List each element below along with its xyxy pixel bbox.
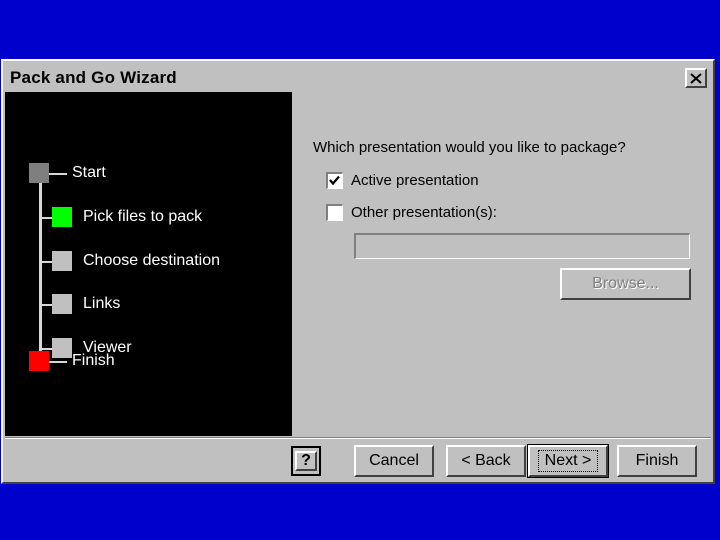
next-button-label: Next > [537, 450, 599, 472]
pack-and-go-dialog: Pack and Go Wizard Start Pick files to p… [1, 59, 715, 484]
step-connector [42, 261, 52, 263]
active-presentation-checkbox[interactable] [326, 172, 343, 189]
wizard-steps-panel: Start Pick files to pack Choose destinat… [5, 92, 292, 436]
help-icon: ? [295, 451, 317, 471]
step-marker-start [29, 163, 49, 183]
step-marker-pick-files [52, 207, 72, 227]
step-connector [42, 217, 52, 219]
other-presentations-label[interactable]: Other presentation(s): [351, 204, 497, 221]
step-connector [42, 348, 52, 350]
step-connector [42, 304, 52, 306]
dialog-title: Pack and Go Wizard [10, 68, 177, 87]
other-presentations-path-field [354, 233, 690, 259]
checkmark-icon [329, 175, 340, 186]
step-marker-finish [29, 351, 49, 371]
step-marker-viewer [52, 338, 72, 358]
steps-rail [39, 172, 42, 360]
step-label-start: Start [72, 164, 106, 181]
footer-separator [5, 437, 711, 439]
back-button[interactable]: < Back [446, 445, 526, 477]
browse-button-label: Browse... [592, 275, 659, 292]
package-question: Which presentation would you like to pac… [313, 139, 626, 156]
browse-button: Browse... [560, 268, 691, 300]
step-connector [49, 173, 67, 175]
finish-button[interactable]: Finish [617, 445, 697, 477]
finish-button-label: Finish [635, 452, 679, 469]
next-button[interactable]: Next > [527, 444, 609, 478]
help-button[interactable]: ? [291, 446, 321, 476]
step-label-choose-destination: Choose destination [83, 252, 220, 269]
title-bar[interactable]: Pack and Go Wizard [5, 63, 711, 93]
back-button-label: < Back [461, 452, 511, 469]
other-presentations-checkbox[interactable] [326, 204, 343, 221]
step-label-finish: Finish [72, 352, 115, 369]
step-label-links: Links [83, 295, 121, 312]
step-marker-links [52, 294, 72, 314]
step-marker-choose-destination [52, 251, 72, 271]
active-presentation-label[interactable]: Active presentation [351, 172, 479, 189]
step-connector [49, 361, 67, 363]
cancel-button-label: Cancel [369, 452, 419, 469]
close-button[interactable] [685, 68, 707, 88]
step-label-pick-files: Pick files to pack [83, 208, 203, 225]
cancel-button[interactable]: Cancel [354, 445, 434, 477]
close-icon [690, 72, 702, 84]
